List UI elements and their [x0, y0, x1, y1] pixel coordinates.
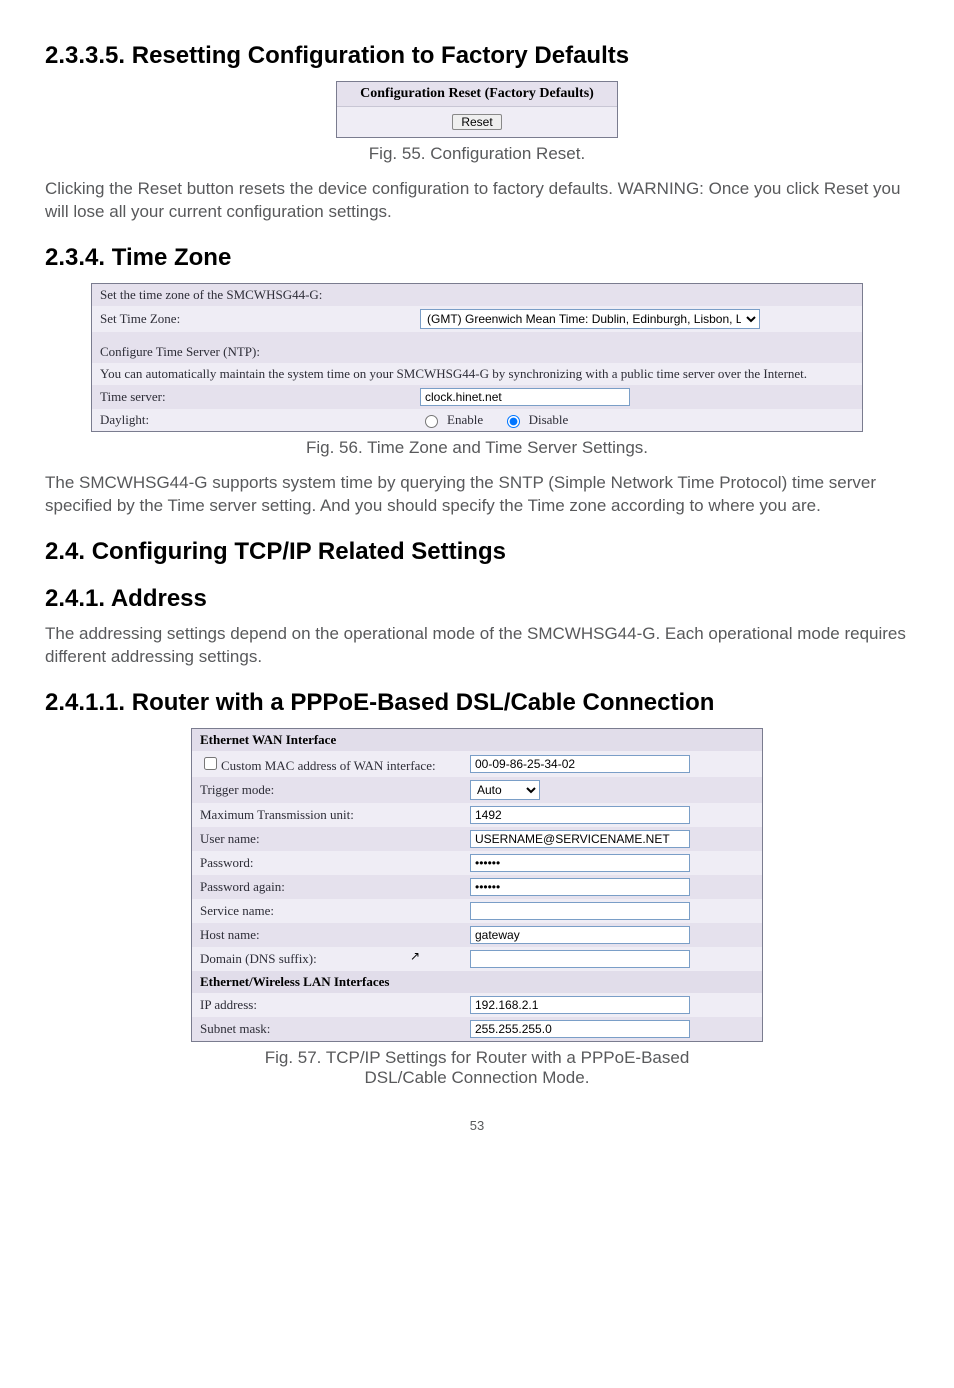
trigger-select[interactable]: Auto: [470, 780, 540, 800]
heading-resetting: 2.3.3.5. Resetting Configuration to Fact…: [45, 40, 909, 71]
password-again-input[interactable]: [470, 878, 690, 896]
fig56-r1: Set the time zone of the SMCWHSG44-G:: [100, 287, 420, 303]
fig57-r8l: Host name:: [200, 927, 470, 943]
daylight-disable-label: Disable: [529, 412, 569, 428]
fig56-r5l: Time server:: [100, 389, 420, 405]
daylight-enable-label: Enable: [447, 412, 483, 428]
hostname-input[interactable]: [470, 926, 690, 944]
subnet-input[interactable]: [470, 1020, 690, 1038]
fig57-r7l: Service name:: [200, 903, 470, 919]
mac-input[interactable]: [470, 755, 690, 773]
fig56-r6l: Daylight:: [100, 412, 420, 428]
heading-pppoe: 2.4.1.1. Router with a PPPoE-Based DSL/C…: [45, 687, 909, 718]
username-input[interactable]: [470, 830, 690, 848]
fig57-r9l: Domain (DNS suffix):: [200, 951, 470, 967]
caption-57b: DSL/Cable Connection Mode.: [45, 1068, 909, 1088]
fig57-h1: Ethernet WAN Interface: [192, 729, 762, 751]
caption-57a: Fig. 57. TCP/IP Settings for Router with…: [45, 1048, 909, 1068]
timezone-select[interactable]: (GMT) Greenwich Mean Time: Dublin, Edinb…: [420, 309, 760, 329]
figure-55: Configuration Reset (Factory Defaults) R…: [336, 81, 618, 138]
heading-timezone: 2.3.4. Time Zone: [45, 242, 909, 273]
daylight-enable-radio[interactable]: [425, 415, 438, 428]
para-resetting: Clicking the Reset button resets the dev…: [45, 178, 909, 224]
fig57-r3l: Maximum Transmission unit:: [200, 807, 470, 823]
reset-button[interactable]: Reset: [452, 114, 501, 130]
mtu-input[interactable]: [470, 806, 690, 824]
fig56-r2l: Set Time Zone:: [100, 311, 420, 327]
fig57-r10l: IP address:: [200, 997, 470, 1013]
para-timezone: The SMCWHSG44-G supports system time by …: [45, 472, 909, 518]
caption-55: Fig. 55. Configuration Reset.: [45, 144, 909, 164]
fig57-r4l: User name:: [200, 831, 470, 847]
fig57-r2l: Trigger mode:: [200, 782, 470, 798]
page-number: 53: [45, 1118, 909, 1133]
fig57-r1l: Custom MAC address of WAN interface:: [221, 758, 436, 773]
fig57-r6l: Password again:: [200, 879, 470, 895]
fig55-title: Configuration Reset (Factory Defaults): [337, 82, 617, 107]
fig56-r3: Configure Time Server (NTP):: [100, 344, 260, 360]
fig56-r4: You can automatically maintain the syste…: [100, 366, 807, 382]
custom-mac-checkbox[interactable]: [204, 757, 217, 770]
servicename-input[interactable]: [470, 902, 690, 920]
timeserver-input[interactable]: [420, 388, 630, 406]
password-input[interactable]: [470, 854, 690, 872]
fig57-h2: Ethernet/Wireless LAN Interfaces: [192, 971, 762, 993]
figure-56: Set the time zone of the SMCWHSG44-G: Se…: [91, 283, 863, 432]
figure-57: Ethernet WAN Interface Custom MAC addres…: [191, 728, 763, 1042]
fig57-r11l: Subnet mask:: [200, 1021, 470, 1037]
domain-input[interactable]: [470, 950, 690, 968]
heading-tcpip: 2.4. Configuring TCP/IP Related Settings: [45, 536, 909, 567]
caption-56: Fig. 56. Time Zone and Time Server Setti…: [45, 438, 909, 458]
fig57-r5l: Password:: [200, 855, 470, 871]
para-address: The addressing settings depend on the op…: [45, 623, 909, 669]
daylight-disable-radio[interactable]: [507, 415, 520, 428]
heading-address: 2.4.1. Address: [45, 585, 909, 613]
ip-input[interactable]: [470, 996, 690, 1014]
